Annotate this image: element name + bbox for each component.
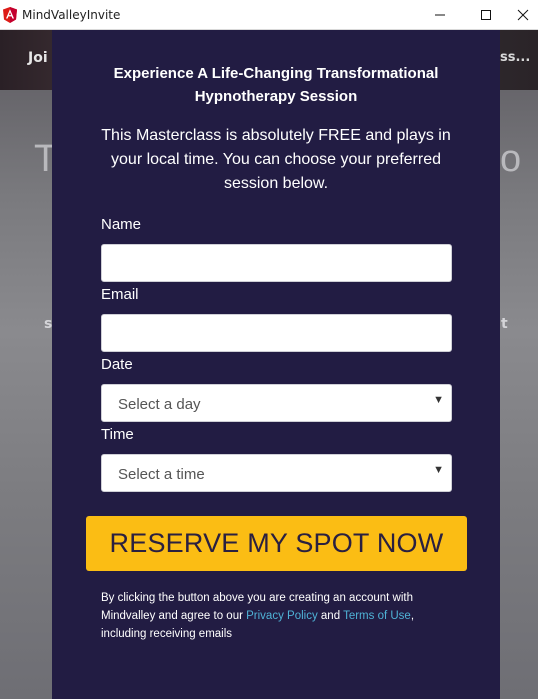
background-nav-text: Joi bbox=[28, 50, 48, 66]
minimize-button[interactable] bbox=[418, 0, 462, 30]
angular-icon bbox=[3, 7, 17, 23]
email-label: Email bbox=[101, 286, 139, 303]
close-button[interactable] bbox=[501, 0, 538, 30]
disclaimer-text: By clicking the button above you are cre… bbox=[101, 592, 415, 640]
time-select[interactable]: Select a time ▼ bbox=[101, 454, 452, 492]
minimize-icon bbox=[435, 14, 445, 16]
name-input[interactable] bbox=[101, 244, 452, 282]
reserve-spot-button[interactable]: RESERVE MY SPOT NOW bbox=[86, 516, 467, 571]
date-select[interactable]: Select a day ▼ bbox=[101, 384, 452, 422]
modal-subtitle: This Masterclass is absolutely FREE and … bbox=[101, 127, 451, 192]
maximize-icon bbox=[481, 10, 491, 20]
window-titlebar: MindValleyInvite bbox=[0, 0, 538, 30]
close-icon bbox=[517, 9, 529, 21]
caret-down-icon: ▼ bbox=[433, 464, 444, 476]
registration-modal: Experience A Life-Changing Transformatio… bbox=[52, 30, 500, 699]
time-select-value: Select a time bbox=[118, 466, 205, 483]
caret-down-icon: ▼ bbox=[433, 394, 444, 406]
modal-title: Experience A Life-Changing Transformatio… bbox=[113, 65, 439, 105]
privacy-policy-link[interactable]: Privacy Policy bbox=[246, 610, 318, 622]
background-nav-ellipsis: ss... bbox=[500, 50, 531, 65]
terms-of-use-link[interactable]: Terms of Use bbox=[343, 610, 411, 622]
email-input[interactable] bbox=[101, 314, 452, 352]
window-title: MindValleyInvite bbox=[22, 8, 121, 22]
name-label: Name bbox=[101, 216, 142, 233]
background-headline-right: o bbox=[500, 138, 522, 180]
date-label: Date bbox=[101, 356, 133, 373]
background-body-right: t bbox=[501, 316, 508, 332]
time-label: Time bbox=[101, 426, 134, 443]
date-select-value: Select a day bbox=[118, 396, 201, 413]
